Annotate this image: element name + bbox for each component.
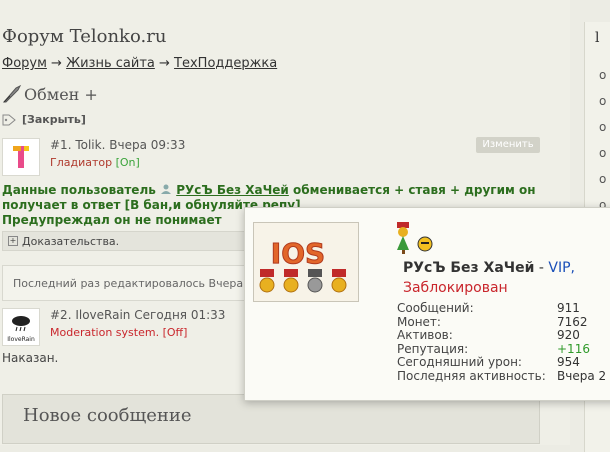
stat-label: Сообщений:	[397, 301, 474, 315]
online-status: [On]	[115, 156, 140, 169]
avatar[interactable]	[2, 138, 40, 176]
new-message-title: Новое сообщение	[23, 405, 192, 426]
stat-value: 7162	[557, 314, 588, 329]
sidebar-item[interactable]: о	[599, 120, 606, 134]
stat-row: Сообщений: 911	[397, 301, 606, 316]
stat-row: Репутация: +116	[397, 341, 606, 357]
tag-icon	[2, 114, 16, 125]
post-text-part1: Данные пользователь	[2, 183, 156, 197]
sidebar-item[interactable]: о	[599, 94, 606, 108]
user-group: Гладиатор	[50, 156, 113, 169]
quill-icon	[2, 84, 22, 103]
sidebar-item[interactable]: о	[599, 68, 606, 82]
stat-value: Вчера 2	[557, 368, 607, 383]
close-topic-link[interactable]: [Закрыть]	[22, 113, 86, 126]
post-1: #1. Tolik. Вчера 09:33 Гладиатор [On]	[2, 138, 540, 178]
spoiler-label: Доказательства.	[22, 234, 120, 248]
post-meta: #1. Tolik. Вчера 09:33	[50, 138, 185, 152]
sidebar-title: l	[595, 30, 600, 46]
post-role: Гладиатор [On]	[50, 156, 140, 169]
stat-value: 954	[557, 355, 580, 369]
post-time: Сегодня 01:33	[134, 308, 226, 322]
breadcrumb-forum[interactable]: Форум	[2, 56, 47, 71]
stat-row: Последняя активность: Вчера 2	[397, 368, 607, 384]
stat-label: Монет:	[397, 314, 441, 329]
breadcrumb-separator: →	[159, 56, 170, 71]
avatar-t-icon	[13, 146, 29, 168]
avatar[interactable]: IloveRain	[2, 308, 40, 346]
breadcrumb: Форум → Жизнь сайта → ТехПоддержка	[2, 56, 277, 71]
stat-value: +116	[557, 341, 590, 356]
medal-icon	[397, 222, 409, 237]
post-author[interactable]: IloveRain	[75, 308, 130, 322]
topic-tag: [Закрыть]	[2, 113, 86, 126]
popup-group: VIP,	[548, 260, 575, 276]
popup-status: Заблокирован	[403, 280, 508, 296]
breadcrumb-separator: →	[51, 56, 62, 71]
topic-header: Обмен +	[2, 84, 98, 104]
forum-title[interactable]: Форум Telonko.ru	[2, 26, 166, 47]
stat-label: Репутация:	[397, 341, 469, 356]
stat-value: 920	[557, 328, 580, 342]
post-text-line3: Предупреждал он не понимает	[2, 213, 222, 227]
topic-title: Обмен +	[24, 85, 98, 104]
avatar-image: IOS	[259, 237, 347, 293]
popup-avatar: IOS	[253, 222, 359, 302]
tree-icon	[397, 236, 409, 254]
breadcrumb-site-life[interactable]: Жизнь сайта	[66, 56, 155, 71]
breadcrumb-techsupport[interactable]: ТехПоддержка	[174, 56, 277, 71]
online-status: [Off]	[162, 326, 188, 339]
last-edit-text: Последний раз редактировалось Вчера	[13, 277, 244, 290]
user-group: Moderation system.	[50, 326, 160, 339]
stat-label: Последняя активность:	[397, 368, 546, 383]
stat-row: Сегодняшний урон: 954	[397, 355, 606, 370]
sidebar-item[interactable]: о	[599, 172, 606, 186]
popup-stats: Сообщений: 911 Монет: 7162 Активов: 920 …	[397, 301, 607, 384]
post-author[interactable]: Tolik.	[75, 138, 105, 152]
popup-username: РУсЪ Без ХаЧей - VIP,	[403, 260, 575, 276]
stat-label: Сегодняшний урон:	[397, 355, 522, 369]
avatar-rain-icon: IloveRain	[7, 316, 35, 343]
sidebar-item[interactable]: о	[599, 146, 606, 160]
post-role: Moderation system. [Off]	[50, 326, 187, 339]
post-number[interactable]: #1.	[50, 138, 72, 152]
user-link[interactable]: РУсЪ Без ХаЧей	[176, 183, 289, 197]
post-time: Вчера 09:33	[109, 138, 186, 152]
new-message-panel: Новое сообщение	[2, 394, 540, 444]
post-number[interactable]: #2.	[50, 308, 72, 322]
avatar-logo-text: IOS	[271, 237, 325, 270]
stat-label: Активов:	[397, 328, 453, 342]
expand-icon: +	[8, 236, 18, 246]
stat-row: Активов: 920	[397, 328, 606, 343]
edit-button[interactable]: Изменить	[476, 137, 540, 153]
avatar-caption: IloveRain	[7, 336, 35, 343]
stat-value: 911	[557, 301, 580, 315]
post-meta: #2. IloveRain Сегодня 01:33	[50, 308, 225, 322]
popup-name[interactable]: РУсЪ Без ХаЧей	[403, 260, 534, 276]
medals	[259, 269, 347, 293]
award-icons	[397, 222, 433, 254]
user-icon	[161, 184, 172, 194]
popup-separator: -	[534, 260, 549, 276]
stat-row: Монет: 7162	[397, 314, 606, 330]
post-body: Наказан.	[2, 351, 59, 365]
user-popup: IOS РУсЪ Без ХаЧей - VIP, Заблокирован С…	[244, 207, 610, 401]
smiley-icon	[417, 236, 433, 252]
